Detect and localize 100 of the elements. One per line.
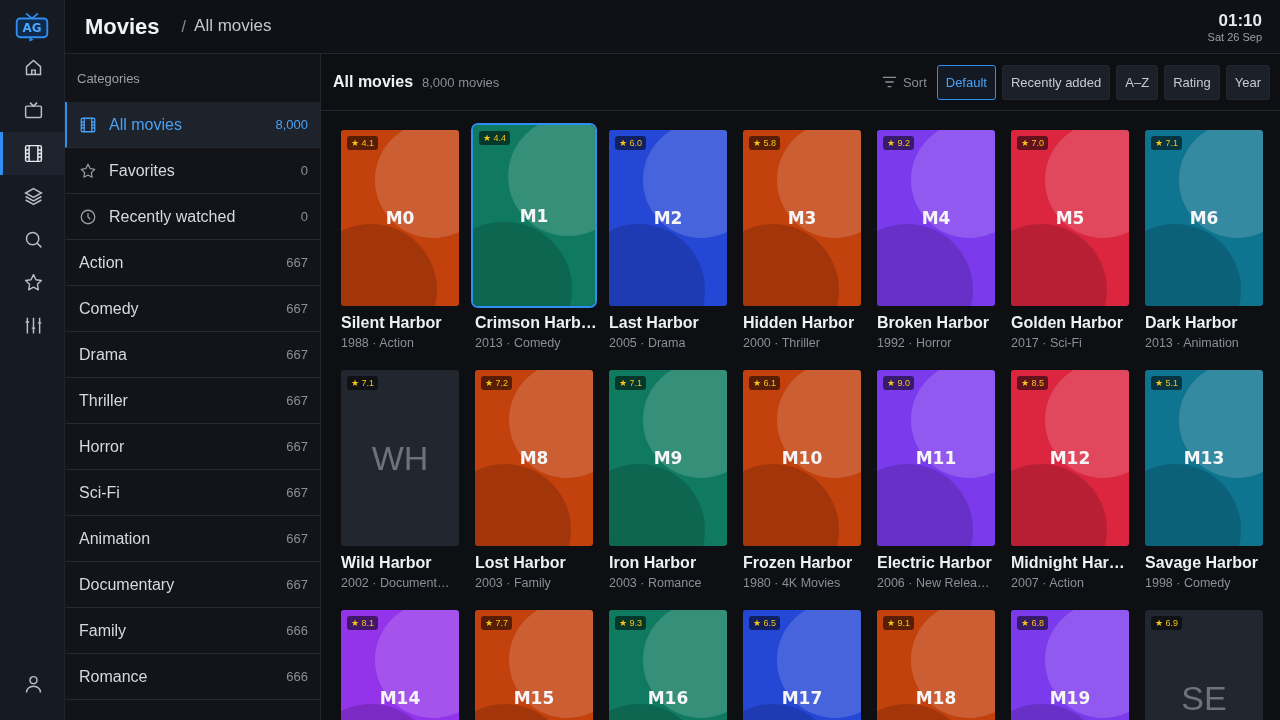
movie-poster[interactable]: M18 ★ 9.1	[877, 610, 995, 720]
layers-icon	[23, 186, 44, 207]
category-count: 667	[286, 531, 308, 546]
rating-badge: ★ 4.1	[347, 136, 379, 150]
tv-icon	[23, 100, 44, 121]
movie-meta: 1998 · Comedy	[1145, 576, 1232, 590]
sort-option[interactable]: Default	[936, 64, 996, 100]
category-count: 666	[286, 669, 308, 684]
movie-title: Broken Harbor	[877, 314, 991, 332]
category-item[interactable]: Action 667	[65, 240, 320, 286]
categories-heading: Categories	[76, 70, 141, 88]
rating-badge: ★ 9.3	[615, 616, 647, 630]
movie-poster[interactable]: M5 ★ 7.0	[1011, 130, 1129, 306]
rating-badge: ★ 6.5	[749, 616, 781, 630]
section-title: All movies	[333, 73, 414, 91]
rating-badge: ★ 9.0	[883, 376, 915, 390]
movie-title: Dark Harbor	[1145, 314, 1239, 332]
rating-badge: ★ 5.1	[1151, 376, 1183, 390]
poster-title: M15	[513, 688, 555, 708]
category-count: 667	[286, 255, 308, 270]
category-item[interactable]: Recently watched 0	[65, 194, 320, 240]
movie-poster[interactable]: M10 ★ 6.1	[743, 370, 861, 546]
poster-title: M3	[787, 208, 817, 228]
category-label: Comedy	[79, 299, 140, 318]
rating-badge: ★ 6.0	[615, 136, 647, 150]
movie-poster[interactable]: M0 ★ 4.1	[341, 130, 459, 306]
movie-poster[interactable]: M17 ★ 6.5	[743, 610, 861, 720]
sort-icon	[881, 76, 897, 88]
user-icon	[23, 674, 44, 695]
movie-count: 8,000 movies	[422, 74, 500, 90]
poster-title: M9	[653, 448, 683, 468]
rating-badge: ★ 7.0	[1017, 136, 1049, 150]
movie-poster[interactable]: M13 ★ 5.1	[1145, 370, 1263, 546]
movie-title: Wild Harbor	[341, 554, 433, 572]
category-item[interactable]: All movies 8,000	[65, 102, 320, 148]
category-item[interactable]: Sci-Fi 667	[65, 470, 320, 516]
sort-option[interactable]: Rating	[1164, 64, 1220, 100]
category-item[interactable]: Documentary 667	[65, 562, 320, 608]
rating-badge: ★ 6.8	[1017, 616, 1049, 630]
movie-title: Frozen Harbor	[743, 554, 854, 572]
rating-badge: ★ 5.8	[749, 136, 781, 150]
category-item[interactable]: Horror 667	[65, 424, 320, 470]
movie-poster[interactable]: M3 ★ 5.8	[743, 130, 861, 306]
search-icon	[23, 229, 44, 250]
category-item[interactable]: Animation 667	[65, 516, 320, 562]
movie-title: Hidden Harbor	[743, 314, 856, 332]
category-label: Thriller	[79, 391, 129, 410]
movie-meta: 2013 · Comedy	[475, 336, 562, 350]
rating-badge: ★ 7.1	[347, 376, 379, 390]
sort-option[interactable]: Recently added	[1001, 64, 1111, 100]
movie-title: Savage Harbor	[1145, 554, 1259, 572]
category-item[interactable]: Family 666	[65, 608, 320, 654]
movie-title: Golden Harbor	[1011, 314, 1124, 332]
movie-poster[interactable]: M8 ★ 7.2	[475, 370, 593, 546]
movie-poster[interactable]: M2 ★ 6.0	[609, 130, 727, 306]
poster-title: M14	[379, 688, 421, 708]
rail-button[interactable]	[0, 132, 64, 175]
rating-badge: ★ 6.9	[1151, 616, 1183, 630]
category-label: Recently watched	[109, 207, 237, 226]
category-count: 667	[286, 347, 308, 362]
category-label: Family	[79, 621, 128, 640]
poster-title: M6	[1189, 208, 1219, 228]
movie-poster[interactable]: M19 ★ 6.8	[1011, 610, 1129, 720]
movie-title: Lost Harbor	[475, 554, 567, 572]
movie-poster[interactable]: SE ★ 6.9	[1145, 610, 1263, 720]
category-count: 0	[300, 163, 308, 178]
category-count: 666	[286, 623, 308, 638]
rating-badge: ★ 7.2	[481, 376, 513, 390]
movie-meta: 2013 · Animation	[1145, 336, 1240, 350]
movie-meta: 1988 · Action	[341, 336, 415, 350]
movie-meta: 2003 · Romance	[609, 576, 703, 590]
page-title: Movies	[85, 13, 160, 40]
movie-poster[interactable]: M16 ★ 9.3	[609, 610, 727, 720]
movie-poster[interactable]: M9 ★ 7.1	[609, 370, 727, 546]
movie-poster[interactable]: M1 ★ 4.4	[473, 125, 595, 306]
movie-meta: 1980 · 4K Movies	[743, 576, 842, 590]
movie-poster[interactable]: M14 ★ 8.1	[341, 610, 459, 720]
rating-badge: ★ 7.1	[615, 376, 647, 390]
movie-poster[interactable]: M4 ★ 9.2	[877, 130, 995, 306]
category-item[interactable]: Thriller 667	[65, 378, 320, 424]
poster-title: M0	[385, 208, 415, 228]
category-count: 0	[300, 209, 308, 224]
movie-meta: 2017 · Sci-Fi	[1011, 336, 1083, 350]
movie-poster[interactable]: M15 ★ 7.7	[475, 610, 593, 720]
movie-poster[interactable]: M6 ★ 7.1	[1145, 130, 1263, 306]
category-item[interactable]: Favorites 0	[65, 148, 320, 194]
movie-poster[interactable]: M12 ★ 8.5	[1011, 370, 1129, 546]
category-count: 667	[286, 439, 308, 454]
category-item[interactable]: Comedy 667	[65, 286, 320, 332]
poster-initials: SE	[1181, 678, 1227, 718]
rating-badge: ★ 9.1	[883, 616, 915, 630]
category-item[interactable]: Romance 666	[65, 654, 320, 700]
movie-meta: 2007 · Action	[1011, 576, 1085, 590]
category-item[interactable]: Drama 667	[65, 332, 320, 378]
category-label: Action	[79, 253, 125, 272]
rating-badge: ★ 9.2	[883, 136, 915, 150]
sort-option[interactable]: Year	[1225, 64, 1270, 100]
movie-poster[interactable]: M11 ★ 9.0	[877, 370, 995, 546]
movie-poster[interactable]: WH ★ 7.1	[341, 370, 459, 546]
sort-option[interactable]: A–Z	[1116, 64, 1159, 100]
